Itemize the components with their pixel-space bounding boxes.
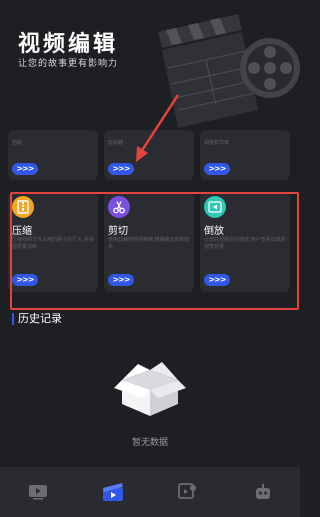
card-desc: 调度和节奏 [204, 140, 230, 146]
video-tab-icon[interactable] [25, 479, 51, 505]
rewind-icon [204, 196, 226, 218]
card-desc: 使用剪裁的特殊精确,精确裁剪的和技术 [108, 237, 190, 250]
card-title: 剪切 [108, 226, 128, 237]
header-banner: 视频编辑 让您的故事更有影响力 [0, 0, 300, 140]
tool-card-2[interactable]: 剪辑器 >>> [104, 130, 194, 180]
zip-file-icon [12, 196, 34, 218]
cut-card[interactable]: 剪切 使用剪裁的特殊精确,精确裁剪的和技术 >>> [104, 192, 194, 292]
page-subtitle: 让您的故事更有影响力 [18, 59, 119, 69]
tool-card-3[interactable]: 调度和节奏 >>> [200, 130, 290, 180]
card-title: 倒放 [204, 226, 224, 237]
card-desc: 剪辑器 [108, 140, 124, 146]
tool-card-1[interactable]: 拍摄 >>> [8, 130, 98, 180]
scissors-icon [108, 196, 130, 218]
reverse-card[interactable]: 倒放 让您的视频反向播放,用户查看出现的视觉效果 >>> [200, 192, 290, 292]
go-button[interactable]: >>> [108, 163, 134, 175]
card-desc: 拍摄 [12, 140, 23, 146]
compress-card[interactable]: 压缩 压缩视频文件占用的更小的尺大,并保留质量清晰 >>> [8, 192, 98, 292]
page-title: 视频编辑 [18, 32, 119, 57]
cut-go-button[interactable]: >>> [108, 274, 134, 286]
empty-box-icon [114, 362, 186, 416]
compress-go-button[interactable]: >>> [12, 274, 38, 286]
bottom-tab-bar [0, 467, 300, 517]
go-button[interactable]: >>> [12, 163, 38, 175]
edit-tab-icon[interactable] [100, 479, 126, 505]
history-title: 历史记录 [12, 313, 62, 325]
empty-state-text: 暂无数据 [131, 438, 168, 448]
card-desc: 让您的视频反向播放,用户查看出现的视觉效果 [204, 237, 286, 250]
card-title: 压缩 [12, 226, 32, 237]
film-clapper-illustration [158, 14, 300, 128]
reverse-go-button[interactable]: >>> [204, 274, 230, 286]
media-tab-icon[interactable] [175, 479, 201, 505]
card-desc: 压缩视频文件占用的更小的尺大,并保留质量清晰 [12, 237, 94, 250]
go-button[interactable]: >>> [204, 163, 230, 175]
robot-tab-icon[interactable] [250, 479, 276, 505]
